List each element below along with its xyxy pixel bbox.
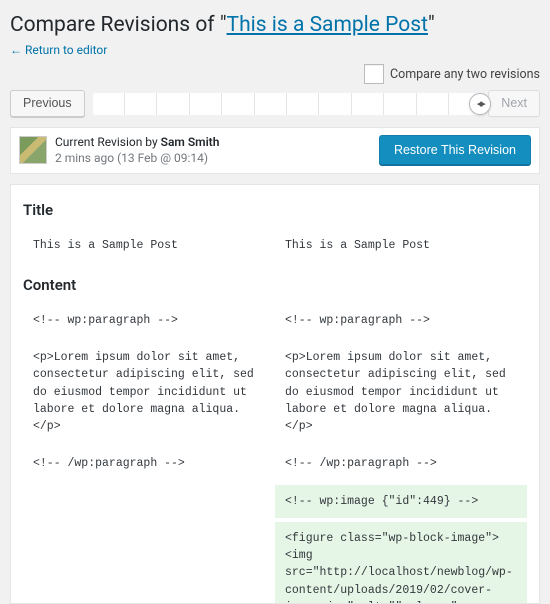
diff-content-table: <!-- wp:paragraph --><!-- wp:paragraph -… — [23, 304, 527, 604]
author-name: Sam Smith — [161, 135, 220, 149]
slider-tick[interactable] — [189, 93, 221, 115]
diff-cell-right: <!-- /wp:paragraph --> — [275, 447, 527, 480]
slider-tick[interactable] — [318, 93, 350, 115]
compare-toggle-row: Compare any two revisions — [10, 64, 540, 84]
revision-meta-box: Current Revision by Sam Smith 2 mins ago… — [10, 127, 540, 173]
post-title-link[interactable]: This is a Sample Post — [227, 13, 428, 37]
slider-tick[interactable] — [416, 93, 448, 115]
current-revision-label: Current Revision by — [55, 135, 161, 149]
table-row: <p>Lorem ipsum dolor sit amet, consectet… — [23, 341, 527, 443]
compare-two-checkbox[interactable] — [364, 64, 384, 84]
revision-slider-handle[interactable]: ◂▸ — [469, 93, 491, 115]
diff-title-table: This is a Sample Post This is a Sample P… — [23, 229, 527, 262]
diff-area: Title This is a Sample Post This is a Sa… — [10, 184, 540, 604]
diff-cell-left — [23, 522, 275, 604]
diff-cell-left: <!-- wp:paragraph --> — [23, 304, 275, 337]
slider-tick[interactable] — [383, 93, 415, 115]
slider-tick[interactable] — [286, 93, 318, 115]
restore-revision-button[interactable]: Restore This Revision — [379, 135, 531, 165]
next-button: Next — [488, 90, 540, 117]
title-prefix: Compare Revisions of " — [10, 13, 227, 37]
slider-tick[interactable] — [351, 93, 383, 115]
revision-meta-text: Current Revision by Sam Smith 2 mins ago… — [55, 134, 371, 166]
revision-slider-row: Previous ◂▸ Next — [10, 90, 540, 117]
table-row: <!-- /wp:paragraph --><!-- /wp:paragraph… — [23, 447, 527, 480]
compare-two-label: Compare any two revisions — [390, 67, 540, 82]
slider-tick[interactable] — [221, 93, 253, 115]
diff-title-right: This is a Sample Post — [275, 229, 527, 262]
title-suffix: " — [428, 13, 435, 37]
time-ago: 2 mins ago — [55, 151, 114, 165]
diff-cell-right: <figure class="wp-block-image"><img src=… — [275, 522, 527, 604]
table-row: <!-- wp:paragraph --><!-- wp:paragraph -… — [23, 304, 527, 337]
return-to-editor-link[interactable]: ← Return to editor — [10, 43, 107, 57]
drag-arrows-icon: ◂▸ — [477, 97, 484, 110]
slider-tick[interactable] — [254, 93, 286, 115]
diff-cell-left — [23, 485, 275, 518]
diff-cell-right: <!-- wp:image {"id":449} --> — [275, 485, 527, 518]
table-row: This is a Sample Post This is a Sample P… — [23, 229, 527, 262]
avatar — [19, 136, 47, 164]
previous-button[interactable]: Previous — [10, 90, 85, 117]
diff-title-heading: Title — [23, 201, 527, 219]
diff-content-heading: Content — [23, 276, 527, 294]
diff-cell-right: <!-- wp:paragraph --> — [275, 304, 527, 337]
table-row: <!-- wp:image {"id":449} --> — [23, 485, 527, 518]
diff-cell-left: <p>Lorem ipsum dolor sit amet, consectet… — [23, 341, 275, 443]
timestamp: (13 Feb @ 09:14) — [117, 151, 208, 165]
slider-tick[interactable] — [124, 93, 156, 115]
diff-title-left: This is a Sample Post — [23, 229, 275, 262]
table-row: <figure class="wp-block-image"><img src=… — [23, 522, 527, 604]
diff-cell-right: <p>Lorem ipsum dolor sit amet, consectet… — [275, 341, 527, 443]
diff-cell-left: <!-- /wp:paragraph --> — [23, 447, 275, 480]
page-title: Compare Revisions of "This is a Sample P… — [10, 12, 540, 39]
revision-slider-track[interactable]: ◂▸ — [93, 93, 481, 115]
slider-tick[interactable] — [156, 93, 188, 115]
slider-tick[interactable] — [93, 93, 124, 115]
